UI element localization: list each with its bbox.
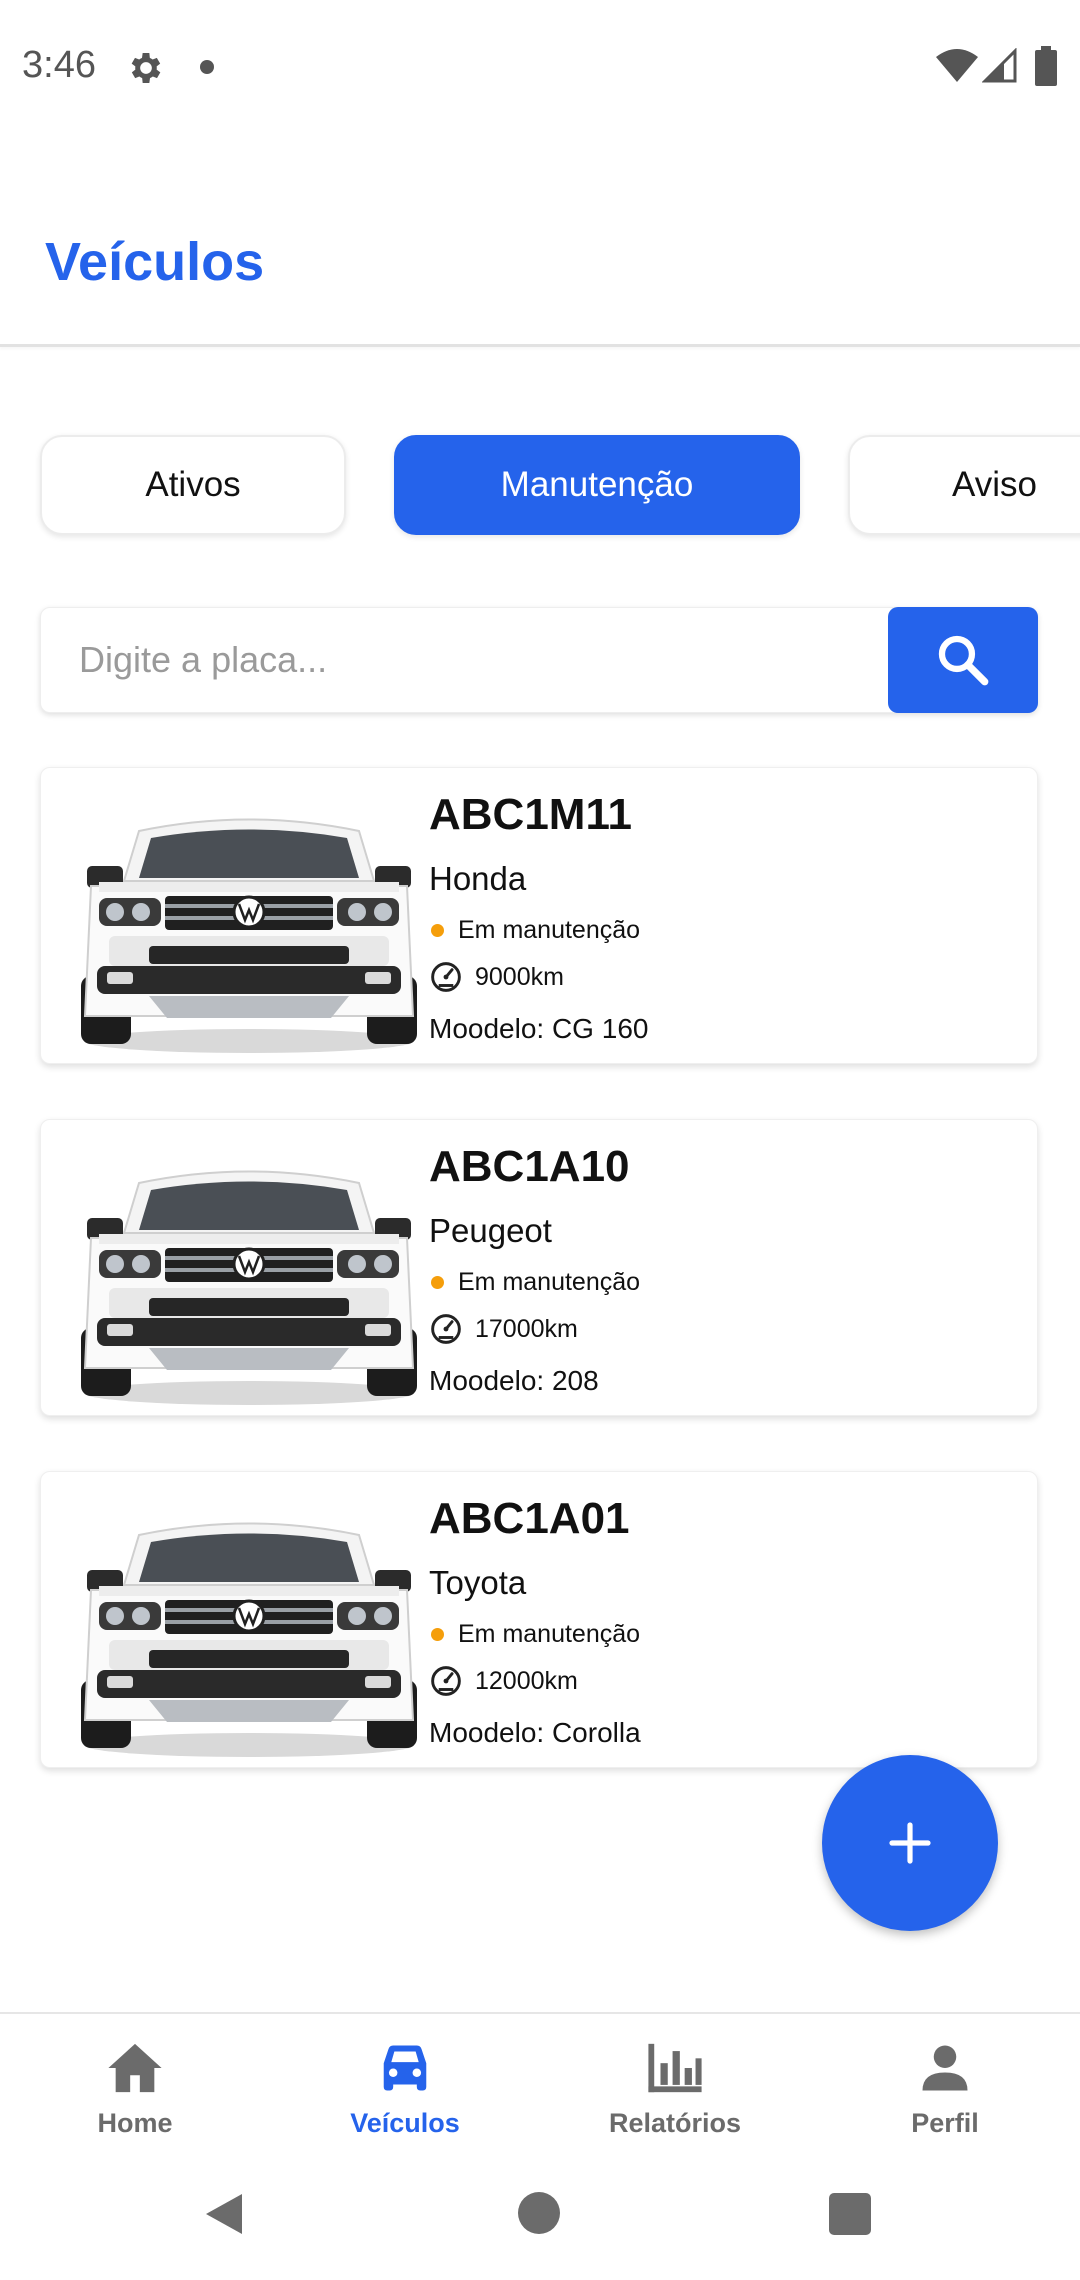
vehicle-status: Em manutenção: [429, 1620, 640, 1649]
nav-label: Home: [97, 2108, 173, 2138]
vehicle-image: [79, 1522, 419, 1759]
vehicle-mileage-value: 12000km: [475, 1666, 578, 1695]
tab-aviso[interactable]: Aviso: [848, 435, 1080, 535]
vehicle-status-label: Em manutenção: [458, 916, 641, 944]
vehicle-image: [79, 818, 419, 1055]
status-dot-icon: [431, 1628, 444, 1641]
tab-label: Ativos: [145, 465, 241, 504]
vehicle-model: Moodelo: Corolla: [429, 1717, 641, 1748]
vehicle-brand: Peugeot: [429, 1212, 552, 1249]
vehicle-plate: ABC1M11: [429, 790, 632, 839]
vehicle-card[interactable]: ABC1A01 Toyota Em manutenção 12000km Moo…: [40, 1471, 1038, 1768]
page-title: Veículos: [45, 232, 265, 292]
search-icon: [938, 635, 989, 686]
status-bar: 3:46: [0, 0, 1080, 135]
battery-icon: [1035, 46, 1057, 86]
wifi-icon: [936, 49, 978, 82]
vehicle-brand: Toyota: [429, 1564, 527, 1601]
vehicle-card[interactable]: ABC1A10 Peugeot Em manutenção 17000km Mo…: [40, 1119, 1038, 1416]
search-button[interactable]: [888, 607, 1038, 713]
home-icon: [108, 2043, 162, 2093]
tab-ativos[interactable]: Ativos: [40, 435, 346, 535]
vehicle-mileage: 9000km: [429, 960, 564, 994]
bottom-navigation: Home Veículos Relatórios Perfil: [0, 2012, 1080, 2160]
recent-apps-icon[interactable]: [829, 2193, 871, 2235]
add-vehicle-button[interactable]: [822, 1755, 998, 1931]
tab-label: Manutenção: [500, 465, 694, 504]
nav-item-veiculos[interactable]: Veículos: [270, 2014, 540, 2162]
status-dot-icon: [431, 1276, 444, 1289]
vehicle-model: Moodelo: CG 160: [429, 1013, 649, 1044]
vehicle-mileage-value: 17000km: [475, 1314, 578, 1343]
home-circle-icon[interactable]: [518, 2192, 560, 2234]
speedometer-icon: [431, 1314, 461, 1344]
plus-icon: [889, 1822, 931, 1864]
app-header: Veículos: [0, 135, 1080, 347]
nav-item-relatorios[interactable]: Relatórios: [540, 2014, 810, 2162]
back-icon[interactable]: [204, 2192, 244, 2236]
plate-search-input[interactable]: [41, 608, 891, 712]
settings-gear-icon: [131, 53, 161, 83]
vehicle-status: Em manutenção: [429, 916, 640, 945]
speedometer-icon: [431, 962, 461, 992]
status-time: 3:46: [22, 44, 96, 86]
vehicle-mileage: 17000km: [429, 1312, 578, 1346]
plate-search-bar: [40, 607, 1038, 713]
nav-label: Relatórios: [608, 2108, 742, 2138]
vehicle-card[interactable]: ABC1M11 Honda Em manutenção 9000km Moode…: [40, 767, 1038, 1064]
vehicle-image: [79, 1170, 419, 1407]
speedometer-icon: [431, 1666, 461, 1696]
nav-item-perfil[interactable]: Perfil: [810, 2014, 1080, 2162]
tab-label: Aviso: [952, 465, 1037, 504]
nav-item-home[interactable]: Home: [0, 2014, 270, 2162]
vehicle-mileage-value: 9000km: [475, 962, 564, 991]
person-icon: [922, 2045, 968, 2091]
status-dot-icon: [431, 924, 444, 937]
nav-label: Perfil: [911, 2108, 979, 2138]
vehicle-status: Em manutenção: [429, 1268, 640, 1297]
vehicle-plate: ABC1A10: [429, 1142, 630, 1191]
notification-dot-icon: [200, 60, 214, 74]
vehicle-brand: Honda: [429, 860, 527, 897]
tab-manutencao[interactable]: Manutenção: [394, 435, 800, 535]
bar-chart-icon: [648, 2043, 702, 2093]
vehicle-status-label: Em manutenção: [458, 1268, 641, 1296]
system-navigation-bar: [0, 2160, 1080, 2280]
vehicle-plate: ABC1A01: [429, 1494, 630, 1543]
nav-label: Veículos: [350, 2108, 460, 2138]
car-icon: [383, 2045, 427, 2091]
vehicle-status-label: Em manutenção: [458, 1620, 641, 1648]
cell-signal-icon: [982, 48, 1017, 83]
vehicle-model: Moodelo: 208: [429, 1365, 599, 1396]
vehicle-mileage: 12000km: [429, 1664, 578, 1698]
